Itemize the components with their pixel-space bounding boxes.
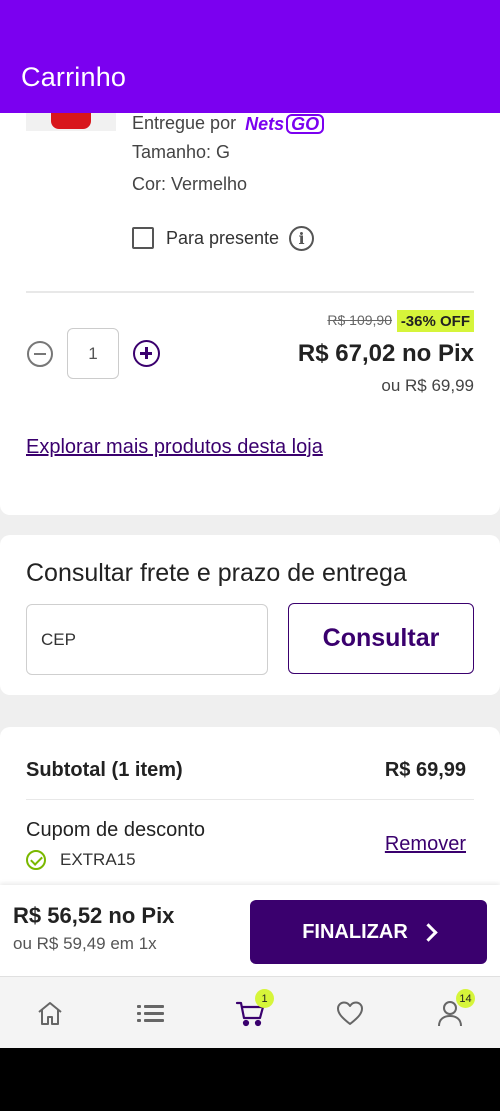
delivered-by-label: Entregue por [132,113,237,133]
divider [26,291,474,293]
finalize-label: FINALIZAR [302,920,408,943]
cart-count-badge: 1 [255,989,274,1008]
total-card-price: ou R$ 59,49 em 1x [13,934,157,953]
account-notification-badge: 14 [456,989,475,1008]
gift-checkbox[interactable] [132,227,154,249]
nav-cart[interactable]: 1 [200,977,300,1048]
decrease-quantity-button[interactable] [27,341,53,367]
page-title: Carrinho [21,62,127,92]
card-price: ou R$ 69,99 [381,376,474,395]
home-icon [38,1002,62,1025]
explore-store-link[interactable]: Explorar mais produtos desta loja [26,433,326,462]
nav-categories[interactable] [100,977,200,1048]
info-icon[interactable]: i [289,225,315,251]
discount-badge: -36% OFF [396,310,474,332]
subtotal-value: R$ 69,99 [384,759,466,781]
gift-label: Para presente [166,227,280,248]
nav-home[interactable] [0,977,100,1048]
seller-logo-go: GO [286,113,325,134]
coupon-label: Cupom de desconto [26,819,206,841]
nav-favorites[interactable] [300,977,400,1048]
subtotal-label: Subtotal (1 item) [26,759,183,781]
total-pix-price: R$ 56,52 no Pix [13,903,175,928]
delivered-by: Entregue por Nets GO [132,113,325,135]
divider [26,799,474,800]
coupon-code: EXTRA15 [60,850,136,869]
gift-option: Para presente i [132,225,315,251]
product-color: Cor: Vermelho [132,174,248,194]
heart-icon [337,1001,363,1025]
bottom-navigation: 1 14 [0,976,500,1048]
nav-account[interactable]: 14 [400,977,500,1048]
system-navigation-bar [0,1048,500,1111]
shipping-card: Consultar frete e prazo de entrega Consu… [0,535,500,695]
applied-coupon: EXTRA15 [26,850,136,870]
original-price: R$ 109,90 [327,312,392,328]
check-circle-icon [26,850,46,870]
menu-list-icon [137,1005,164,1022]
seller-logo-text: Nets [245,113,285,134]
product-thumbnail[interactable] [26,113,116,131]
finalize-button[interactable]: FINALIZAR [250,900,487,964]
cart-item-card: Entregue por Nets GO Tamanho: G Cor: Verm… [0,113,500,515]
top-app-bar: Carrinho [0,0,500,113]
increase-quantity-button[interactable] [133,340,160,367]
quantity-field[interactable]: 1 [67,328,119,379]
pix-price: R$ 67,02 no Pix [297,340,474,367]
checkout-bar: R$ 56,52 no Pix ou R$ 59,49 em 1x FINALI… [0,885,500,976]
remove-coupon-link[interactable]: Remover [385,833,466,856]
seller-logo: Nets GO [245,113,325,135]
cep-input[interactable] [26,604,268,675]
shipping-title: Consultar frete e prazo de entrega [26,559,407,587]
consult-shipping-button[interactable]: Consultar [288,603,474,674]
chevron-right-icon [419,922,438,942]
product-size: Tamanho: G [132,142,231,162]
product-image [51,113,91,129]
app-screen: Carrinho Entregue por Nets GO Tamanho: G … [0,0,500,1048]
